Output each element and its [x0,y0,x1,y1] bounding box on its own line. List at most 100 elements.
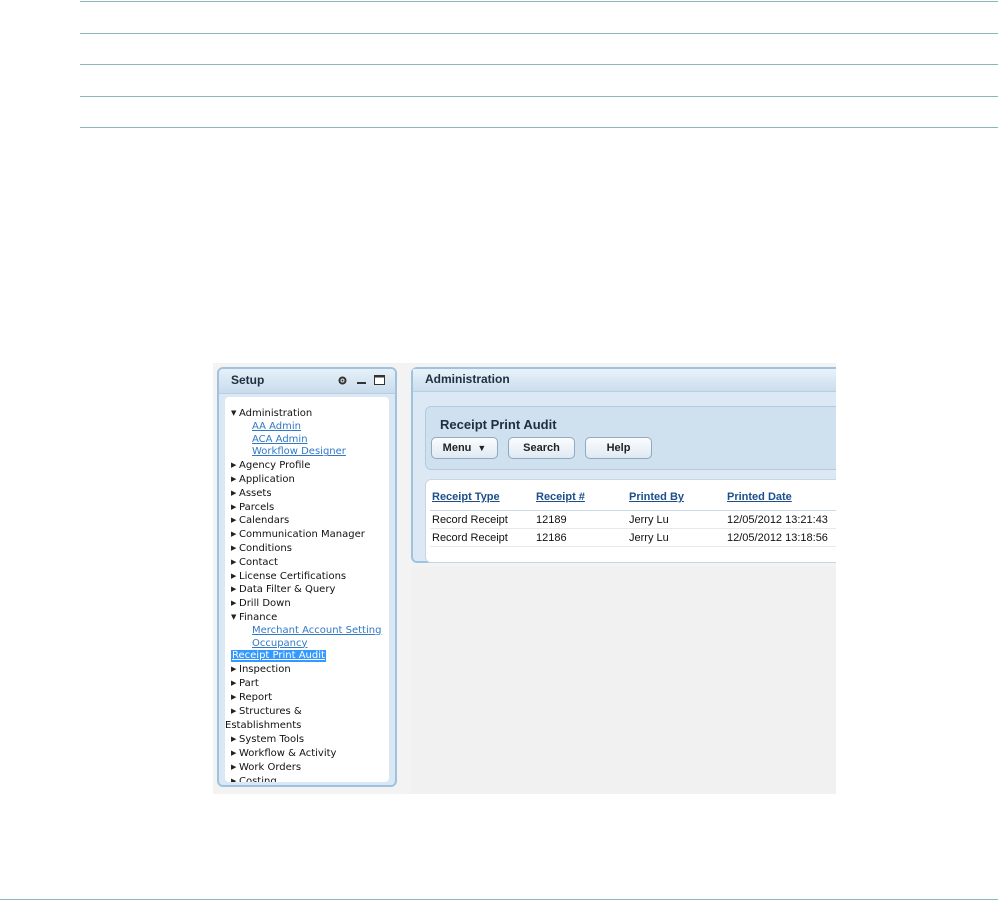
tree-item-label[interactable]: Administration [239,408,312,419]
column-header-printed-by[interactable]: Printed By [627,488,725,511]
tree-item-label[interactable]: Data Filter & Query [239,584,335,595]
collapsed-arrow-icon[interactable]: ▶ [231,733,239,746]
tree-item[interactable]: ▶ Part [231,677,389,691]
tree-item[interactable]: ▶ Data Filter & Query [231,583,389,597]
tree-item-label[interactable]: Work Orders [239,762,301,773]
expanded-arrow-icon[interactable]: ▼ [231,611,239,624]
receipt-audit-table: Receipt Type Receipt # Printed By Printe… [430,488,836,547]
collapsed-arrow-icon[interactable]: ▶ [231,459,239,472]
table-row[interactable]: Record Receipt 12186 Jerry Lu 12/05/2012… [430,528,836,547]
collapsed-arrow-icon[interactable]: ▶ [231,775,239,782]
tree-subitem[interactable]: Occupancy [231,638,389,651]
receipt-audit-grid: Receipt Type Receipt # Printed By Printe… [425,479,836,563]
tree-item[interactable]: ▼ Administration [231,407,389,421]
column-header-receipt-number[interactable]: Receipt # [534,488,627,511]
collapsed-arrow-icon[interactable]: ▶ [231,501,239,514]
collapsed-arrow-icon[interactable]: ▶ [231,705,239,718]
tree-subitem[interactable]: Workflow Designer [231,446,389,459]
expanded-arrow-icon[interactable]: ▼ [231,407,239,420]
search-button[interactable]: Search [508,437,575,459]
tree-item[interactable]: ▶ Inspection [231,663,389,677]
tree-item-label[interactable]: License Certifications [239,571,346,582]
tree-subitem-label[interactable]: Occupancy [231,638,307,649]
help-button[interactable]: Help [585,437,652,459]
collapsed-arrow-icon[interactable]: ▶ [231,597,239,610]
cell-receipt-type: Record Receipt [430,510,534,529]
tree-item-label[interactable]: Application [239,474,295,485]
tree-item-label[interactable]: Workflow & Activity [239,748,336,759]
tree-subitem[interactable]: AA Admin [231,421,389,434]
tree-subitem[interactable]: ACA Admin [231,434,389,447]
tree-item-label[interactable]: Assets [239,488,272,499]
tree-item-label[interactable]: Finance [239,612,277,623]
tree-subitem-label[interactable]: Merchant Account Setting [231,625,381,636]
tree-item[interactable]: ▶ Drill Down [231,597,389,611]
tree-item[interactable]: ▶ Assets [231,487,389,501]
tree-item-label[interactable]: System Tools [239,734,304,745]
column-header-receipt-type[interactable]: Receipt Type [430,488,534,511]
tree-item-label[interactable]: Report [239,692,272,703]
tree-item[interactable]: ▶ Parcels [231,501,389,515]
minimize-icon[interactable] [356,375,367,386]
setup-tree: ▼ Administration AA Admin ACA Admin Workflow… [225,397,389,782]
collapsed-arrow-icon[interactable]: ▶ [231,528,239,541]
table-row[interactable]: Record Receipt 12189 Jerry Lu 12/05/2012… [430,510,836,529]
collapsed-arrow-icon[interactable]: ▶ [231,583,239,596]
maximize-icon[interactable] [374,375,385,386]
tree-item-label[interactable]: Agency Profile [239,460,310,471]
tree-item[interactable]: ▶ Agency Profile [231,459,389,473]
collapsed-arrow-icon[interactable]: ▶ [231,691,239,704]
tree-item-label[interactable]: Drill Down [239,598,291,609]
tree-item-label[interactable]: Costing [239,776,277,782]
cell-printed-by: Jerry Lu [627,510,725,529]
tree-item[interactable]: ▶ Calendars [231,514,389,528]
settings-icon[interactable] [337,375,348,386]
tree-item[interactable]: Establishments [225,718,389,733]
tree-subitem-label[interactable]: Workflow Designer [231,446,346,457]
column-header-printed-date[interactable]: Printed Date [725,488,836,511]
tree-item[interactable]: ▶ Report [231,691,389,705]
menu-button[interactable]: Menu ▼ [431,437,498,459]
administration-panel-title: Administration [425,372,510,386]
tree-subitem-label[interactable]: ACA Admin [231,434,308,445]
tree-subitem[interactable]: Receipt Print Audit [231,650,389,663]
tree-item[interactable]: ▶ Conditions [231,542,389,556]
tree-item-label[interactable]: Parcels [239,502,274,513]
collapsed-arrow-icon[interactable]: ▶ [231,747,239,760]
tree-item-label[interactable]: Communication Manager [239,529,365,540]
administration-panel: Administration Receipt Print Audit Menu ▼… [411,367,836,563]
collapsed-arrow-icon[interactable]: ▶ [231,677,239,690]
collapsed-arrow-icon[interactable]: ▶ [231,761,239,774]
collapsed-arrow-icon[interactable]: ▶ [231,542,239,555]
tree-item[interactable]: ▶ Workflow & Activity [231,747,389,761]
table-header-row: Receipt Type Receipt # Printed By Printe… [430,488,836,511]
tree-item-label[interactable]: Establishments [225,720,301,731]
tree-item[interactable]: ▼ Finance [231,611,389,625]
tree-item[interactable]: ▶ License Certifications [231,570,389,584]
collapsed-arrow-icon[interactable]: ▶ [231,556,239,569]
tree-item[interactable]: ▶ Application [231,473,389,487]
tree-item-label[interactable]: Structures & [239,706,302,717]
tree-item[interactable]: ▶ Structures & [231,705,389,719]
collapsed-arrow-icon[interactable]: ▶ [231,570,239,583]
collapsed-arrow-icon[interactable]: ▶ [231,514,239,527]
application-screenshot: Setup ▼ Administration AA Admin ACA Admin Wo… [213,363,836,794]
tree-subitem-label[interactable]: AA Admin [231,421,301,432]
tree-item-label[interactable]: Contact [239,557,278,568]
tree-item-label[interactable]: Part [239,678,259,689]
tree-item-label[interactable]: Inspection [239,664,291,675]
collapsed-arrow-icon[interactable]: ▶ [231,663,239,676]
tree-item[interactable]: ▶ Contact [231,556,389,570]
tree-item[interactable]: ▶ Communication Manager [231,528,389,542]
tree-item[interactable]: ▶ System Tools [231,733,389,747]
tree-item[interactable]: ▶ Work Orders [231,761,389,775]
document-footer-rule [0,899,998,900]
tree-subitem-label-selected[interactable]: Receipt Print Audit [231,650,326,662]
tree-item-label[interactable]: Calendars [239,515,289,526]
tree-item[interactable]: ▶ Costing [231,775,389,782]
tree-subitem[interactable]: Merchant Account Setting [231,625,389,638]
setup-tree-container: ▼ Administration AA Admin ACA Admin Workflow… [225,397,389,782]
collapsed-arrow-icon[interactable]: ▶ [231,487,239,500]
tree-item-label[interactable]: Conditions [239,543,292,554]
collapsed-arrow-icon[interactable]: ▶ [231,473,239,486]
